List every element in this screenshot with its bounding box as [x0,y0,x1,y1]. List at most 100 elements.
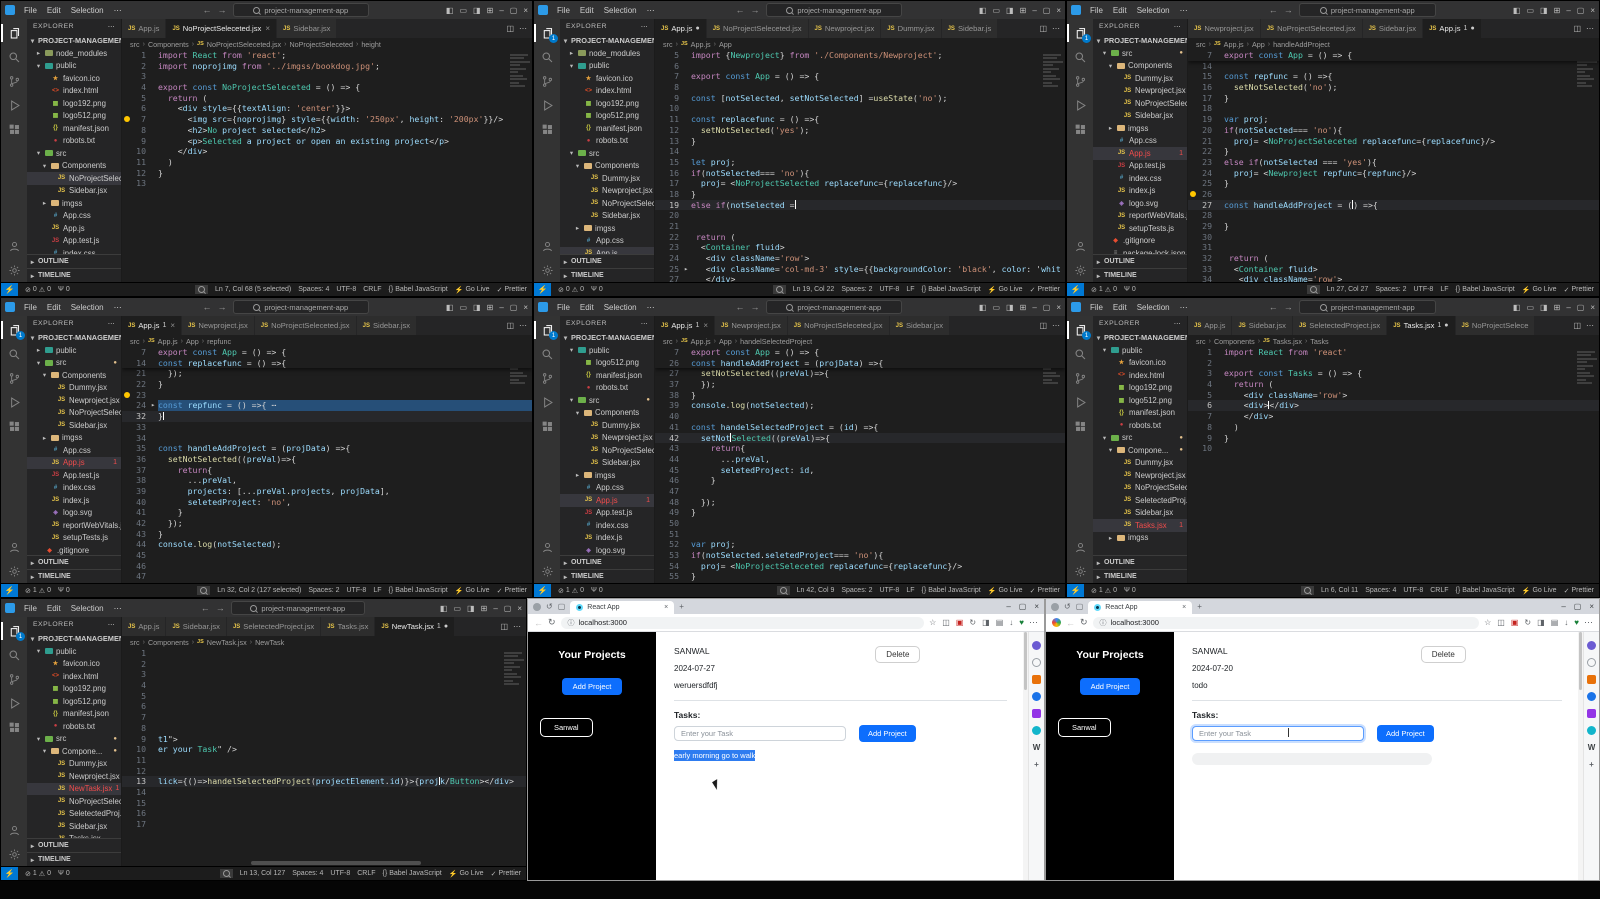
explorer-item-NewTask.jsx[interactable]: JS NewTask.jsx 1 [27,782,121,795]
close-window-icon[interactable]: × [1034,602,1039,611]
menu-file[interactable]: File [553,6,574,15]
tab-NoProjectSeleceted.jsx[interactable]: JS NoProjectSeleceted.jsx [254,316,357,335]
menu-more-icon[interactable]: ⋯ [110,303,126,312]
explorer-item-App.css[interactable]: # App.css [560,482,654,495]
explorer-item-Components[interactable]: ▾ Components [1093,60,1187,73]
account-icon[interactable] [535,535,559,559]
explorer-item-App.css[interactable]: # App.css [560,235,654,248]
command-center[interactable]: project-management-app [232,3,370,17]
search-icon[interactable] [2,342,26,366]
nav-forward-icon[interactable]: → [218,302,227,312]
split-screen-icon[interactable]: ◫ [942,618,950,627]
panel-timeline[interactable]: ▸ TIMELINE [1093,268,1187,282]
source-control-icon[interactable] [2,667,26,691]
games-icon[interactable] [1587,709,1596,718]
ports-status[interactable]: Ψ0 [58,587,70,594]
account-icon[interactable] [2,818,26,842]
nav-forward-icon[interactable]: → [216,603,225,613]
screencast-icon[interactable] [1306,285,1320,294]
source-control-icon[interactable] [1068,366,1092,390]
browser-tab[interactable]: React App × [1088,601,1193,614]
nav-back-icon[interactable]: ← [203,5,212,15]
explorer-item-reportWebVitals.js[interactable]: JS reportWebVitals.js [1093,210,1187,223]
menu-more-icon[interactable]: ⋯ [1176,303,1192,312]
layout-toggle-icon-2[interactable]: ◨ [467,604,475,613]
explorer-item-App.test.js[interactable]: JS App.test.js [1093,160,1187,173]
panel-timeline[interactable]: ▸ TIMELINE [27,569,121,583]
explorer-item-App.js[interactable]: JS App.js [560,247,654,254]
menu-file[interactable]: File [20,303,41,312]
close-window-icon[interactable]: × [1056,303,1061,312]
explorer-item-manifest.json[interactable]: {} manifest.json [1093,407,1187,420]
remote-indicator-icon[interactable]: ⚡ [534,283,551,296]
explorer-item-App.js[interactable]: JS App.js 1 [560,494,654,507]
tab-Dummy.jsx[interactable]: JS Dummy.jsx [881,19,942,38]
explorer-item-public[interactable]: ▾ public [1093,344,1187,357]
eol-status[interactable]: LF [373,587,381,594]
close-window-icon[interactable]: × [1590,6,1595,15]
explorer-item-public[interactable]: ▾ public [27,645,121,658]
menu-edit[interactable]: Edit [43,303,65,312]
explorer-more-icon[interactable]: ⋯ [108,320,115,328]
explorer-item-Newproject.jsx[interactable]: JS Newproject.jsx [560,432,654,445]
tab-Sidebar.jsx[interactable]: JS Sidebar.jsx [889,316,951,335]
explorer-item-manifest.json[interactable]: {} manifest.json [560,369,654,382]
minimap[interactable] [1041,52,1063,89]
task-input[interactable] [1192,726,1364,741]
layout-toggle-icon-2[interactable]: ◨ [1540,303,1548,312]
explorer-icon[interactable]: 1 [1,318,26,342]
go-live-status[interactable]: ⚡ Go Live [988,587,1023,595]
back-icon[interactable]: ← [1066,618,1075,628]
explorer-item-App.test.js[interactable]: JS App.test.js [27,235,121,248]
people-icon[interactable] [1032,692,1041,701]
formatter-status[interactable]: ✓ Prettier [491,870,521,878]
eol-status[interactable]: LF [906,286,914,293]
add-task-button[interactable]: Add Project [859,725,916,742]
cursor-position-status[interactable]: Ln 19, Col 22 [793,286,835,293]
explorer-item-index.css[interactable]: # index.css [27,247,121,254]
minimap[interactable] [502,650,524,687]
explorer-item-Dummy.jsx[interactable]: JS Dummy.jsx [27,758,121,771]
site-info-icon[interactable]: ⓘ [568,618,575,628]
explorer-item-logo192.png[interactable]: ▦ logo192.png [560,97,654,110]
tab-App.js[interactable]: JS App.js 1 × [655,316,716,335]
explorer-item-robots.txt[interactable]: ● robots.txt [560,382,654,395]
explorer-item-index.html[interactable]: <> index.html [1093,369,1187,382]
explorer-item-Sidebar.jsx[interactable]: JS Sidebar.jsx [27,419,121,432]
run-debug-icon[interactable] [1068,390,1092,414]
formatter-status[interactable]: ✓ Prettier [1564,587,1594,595]
go-live-status[interactable]: ⚡ Go Live [1522,587,1557,595]
close-tab-icon[interactable]: × [703,321,708,330]
extensions-icon[interactable] [535,414,559,438]
explorer-item-favicon.ico[interactable]: ★ favicon.ico [1093,357,1187,370]
breadcrumb[interactable]: src › JS App.js › App › handleAddProject [1188,38,1599,50]
panel-outline[interactable]: ▸ OUTLINE [560,555,654,569]
restore-icon[interactable]: ▢ [510,6,518,15]
collections-icon[interactable]: ▤ [1551,618,1559,627]
command-center[interactable]: project-management-app [1298,3,1436,17]
explorer-item-logo192.png[interactable]: ▦ logo192.png [27,97,121,110]
split-editor-icon[interactable]: ◫ [506,24,514,33]
explorer-item-App.css[interactable]: # App.css [27,210,121,223]
tab-App.js[interactable]: JS App.js ● [655,19,707,38]
encoding-status[interactable]: UTF-8 [879,587,899,594]
explorer-item-setupTests.js[interactable]: JS setupTests.js [27,532,121,545]
explorer-item-Dummy.jsx[interactable]: JS Dummy.jsx [1093,72,1187,85]
indentation-status[interactable]: Spaces: 2 [841,587,872,594]
explorer-item-imgss[interactable]: ▸ imgss [27,432,121,445]
tab-SeletectedProject.jsx[interactable]: JS SeletectedProject.jsx [1292,316,1388,335]
new-item-icon[interactable]: + [1032,760,1041,769]
explorer-item-Dummy.jsx[interactable]: JS Dummy.jsx [1093,457,1187,470]
layout-toggle-icon-3[interactable]: ⊞ [1020,6,1027,15]
explorer-item-.gitignore[interactable]: ◆ .gitignore [1093,235,1187,248]
indentation-status[interactable]: Spaces: 2 [308,587,339,594]
explorer-item-index.css[interactable]: # index.css [27,482,121,495]
history-icon[interactable]: ↺ [546,602,553,611]
explorer-item-App.test.js[interactable]: JS App.test.js [560,507,654,520]
layout-toggle-icon-0[interactable]: ◧ [979,303,987,312]
explorer-item-imgss[interactable]: ▸ imgss [27,197,121,210]
menu-edit[interactable]: Edit [576,6,598,15]
explorer-item-src[interactable]: ▾ src ● [1093,432,1187,445]
explorer-item-Sidebar.jsx[interactable]: JS Sidebar.jsx [27,185,121,198]
explorer-item-App.js[interactable]: JS App.js 1 [27,456,121,469]
